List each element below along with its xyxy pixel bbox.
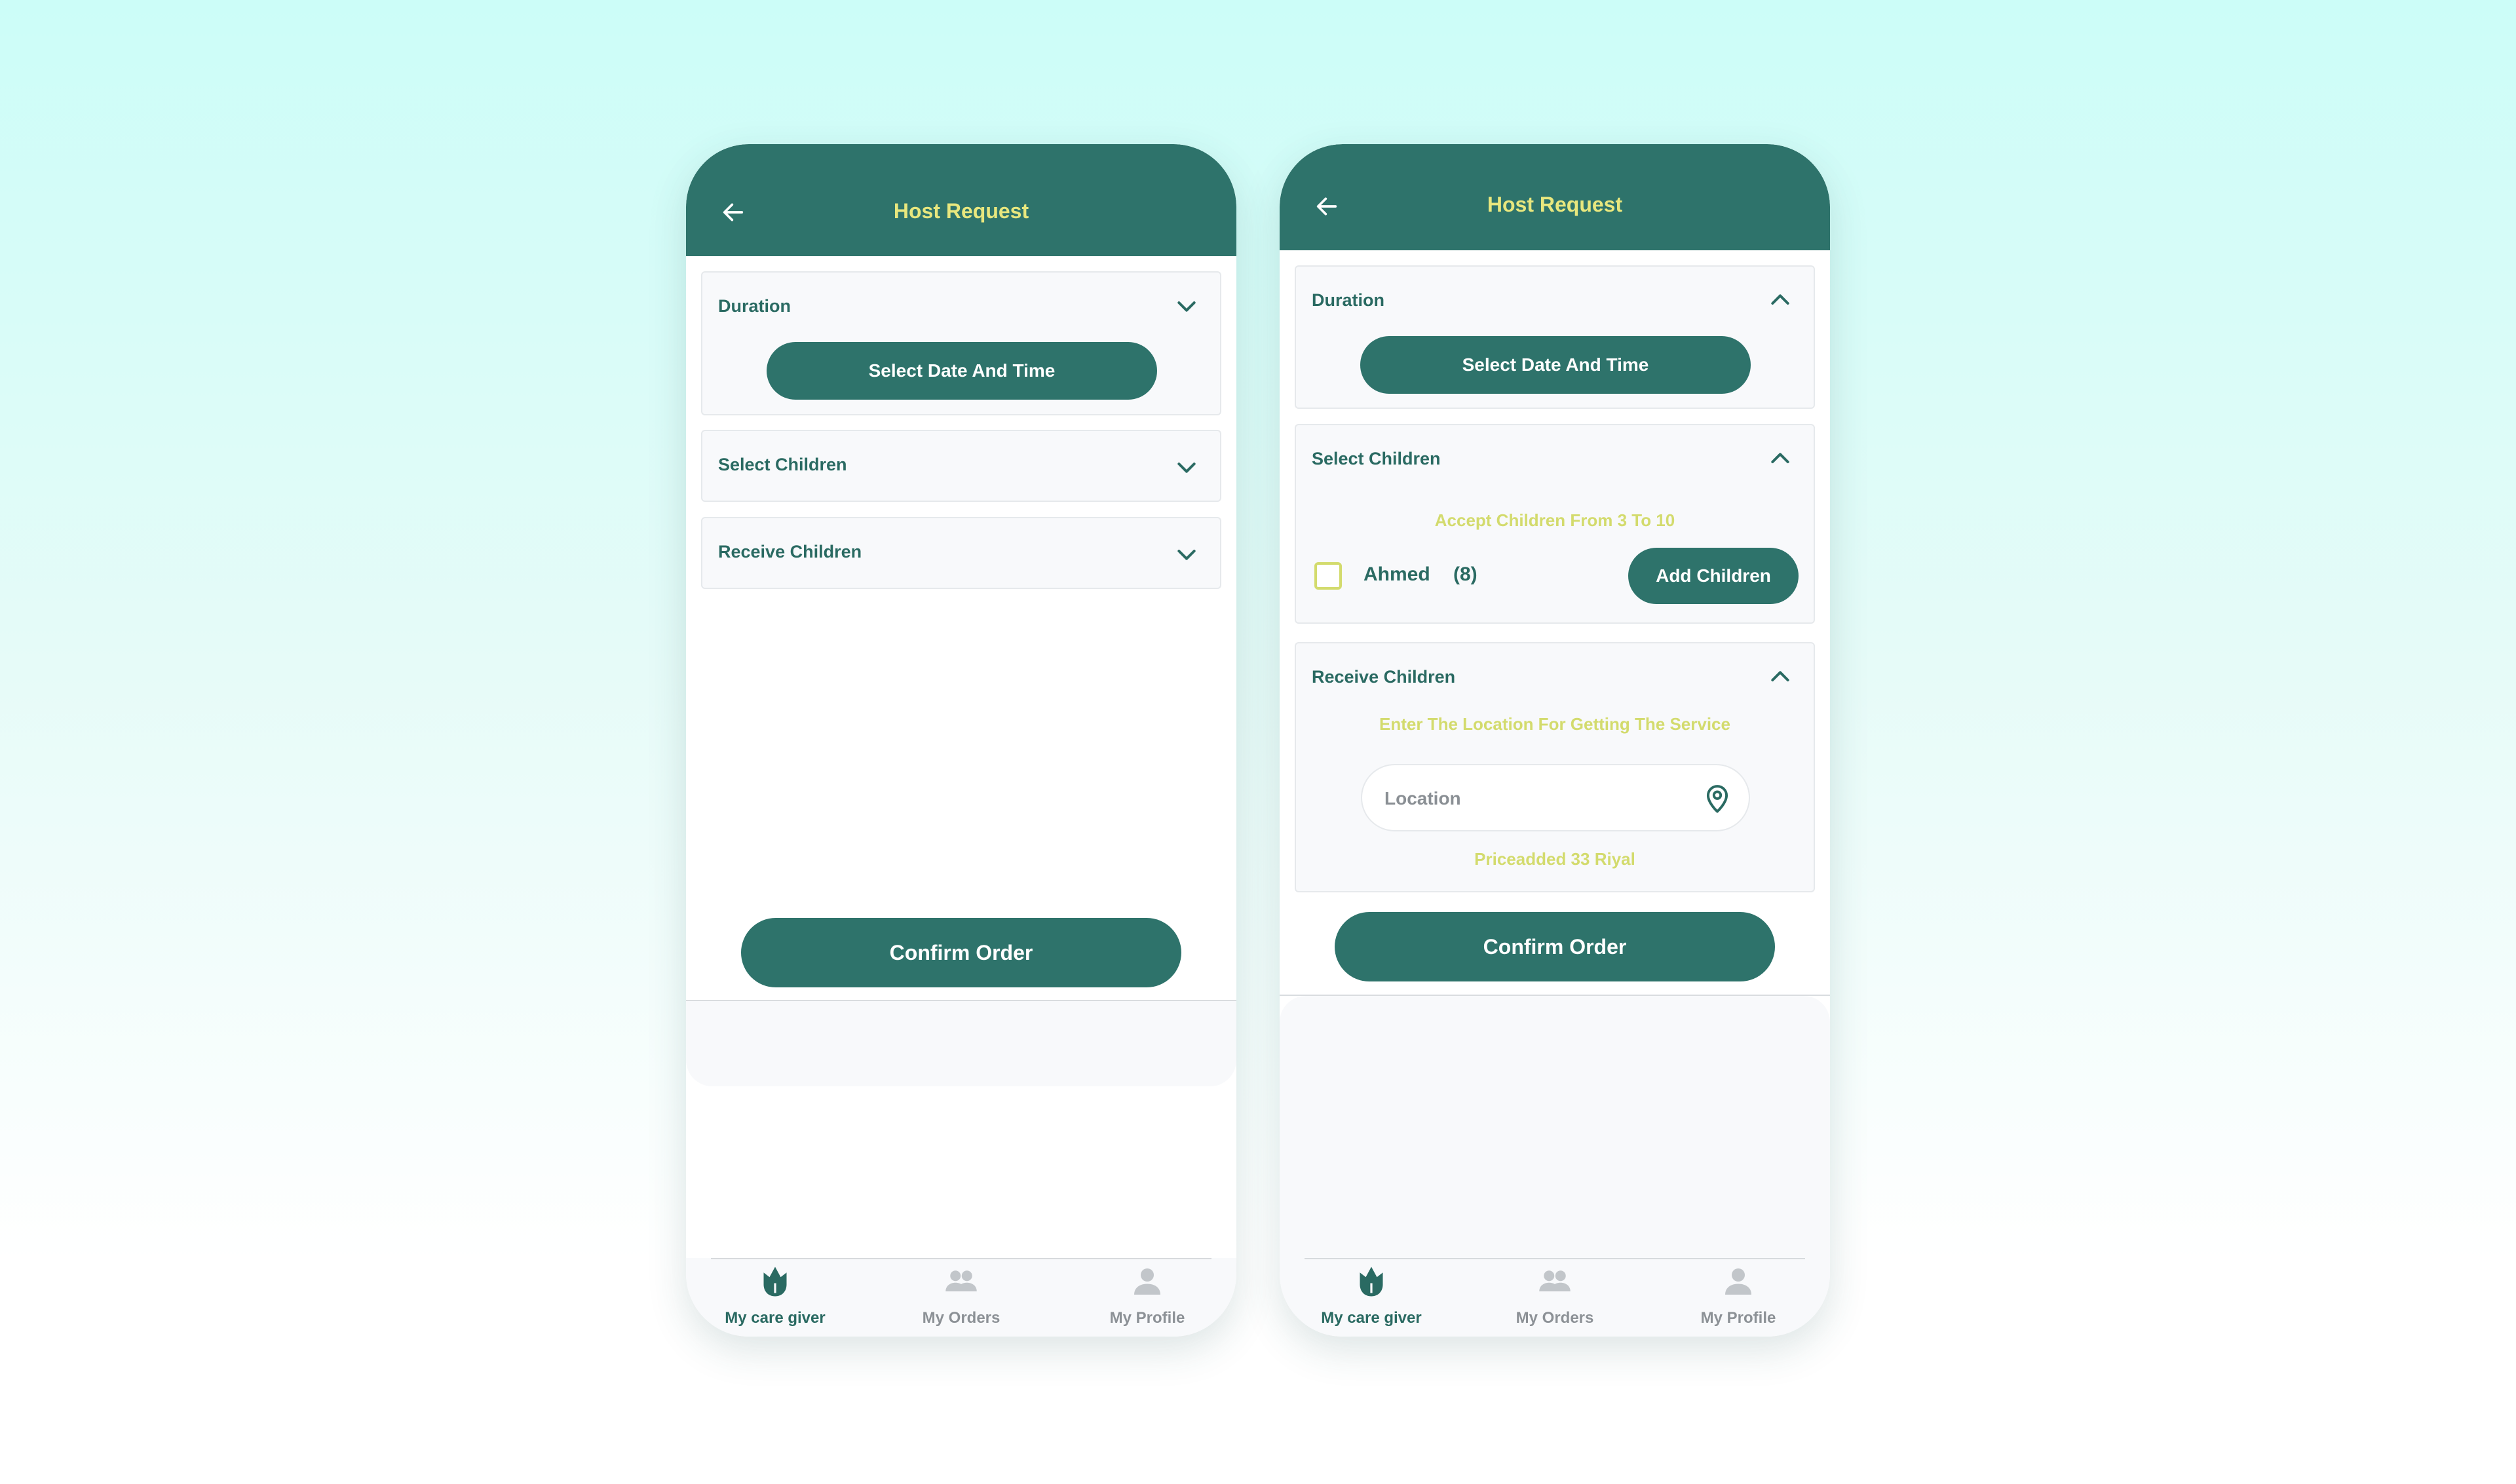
chevron-up-icon — [1771, 453, 1789, 463]
phone-screen-expanded: Host Request Duration Select Date And Ti… — [1280, 144, 1830, 1337]
price-added-text: Priceadded 33 Riyal — [1474, 849, 1635, 869]
child-age: (8) — [1453, 563, 1477, 585]
receive-children-toggle[interactable] — [1766, 663, 1794, 691]
chevron-up-icon — [1771, 294, 1789, 305]
duration-section: Duration Select Date And Time — [701, 271, 1221, 415]
receive-children-title: Receive Children — [1312, 667, 1456, 687]
page-title: Host Request — [893, 199, 1029, 223]
child-name: Ahmed — [1363, 563, 1430, 585]
child-checkbox[interactable] — [1314, 562, 1342, 590]
select-children-section[interactable]: Select Children — [701, 430, 1221, 502]
location-input[interactable] — [1383, 765, 1674, 831]
location-hint: Enter The Location For Getting The Servi… — [1379, 714, 1730, 734]
nav-label: My care giver — [1321, 1309, 1422, 1327]
tulip-icon — [1360, 1266, 1383, 1297]
duration-toggle[interactable] — [1173, 292, 1200, 320]
nav-divider — [711, 1258, 1211, 1259]
age-range-hint: Accept Children From 3 To 10 — [1434, 510, 1675, 530]
tulip-icon — [763, 1266, 787, 1297]
duration-toggle[interactable] — [1766, 286, 1794, 314]
chevron-down-icon — [1177, 550, 1196, 560]
receive-children-title: Receive Children — [718, 542, 862, 561]
bottom-nav: My care giver My Orders My Profile — [686, 1258, 1236, 1337]
duration-title: Duration — [718, 296, 791, 316]
duration-section: Duration Select Date And Time — [1295, 265, 1815, 409]
confirm-order-button[interactable]: Confirm Order — [741, 918, 1181, 987]
chevron-up-icon — [1771, 671, 1789, 681]
select-date-time-button[interactable]: Select Date And Time — [767, 342, 1157, 400]
receive-children-section: Receive Children Enter The Location For … — [1295, 642, 1815, 892]
footer-panel — [1280, 996, 1830, 1258]
select-children-toggle[interactable] — [1766, 445, 1794, 472]
nav-label: My Profile — [1109, 1309, 1185, 1327]
select-children-toggle[interactable] — [1173, 453, 1200, 481]
app-header: Host Request — [1280, 144, 1830, 250]
people-icon — [945, 1270, 977, 1291]
nav-label: My Orders — [922, 1309, 1001, 1327]
nav-my-care-giver[interactable]: My care giver — [1299, 1262, 1443, 1334]
people-icon — [1539, 1270, 1571, 1291]
receive-children-toggle[interactable] — [1173, 541, 1200, 568]
select-date-time-button[interactable]: Select Date And Time — [1360, 336, 1751, 394]
nav-label: My Orders — [1515, 1309, 1594, 1327]
nav-label: My care giver — [725, 1309, 826, 1327]
nav-divider — [1305, 1258, 1805, 1259]
duration-title: Duration — [1312, 290, 1384, 310]
map-pin-icon[interactable] — [1700, 781, 1734, 815]
phone-screen-collapsed: Host Request Duration Select Date And Ti… — [686, 144, 1236, 1337]
nav-label: My Profile — [1700, 1309, 1776, 1327]
nav-my-care-giver[interactable]: My care giver — [703, 1262, 847, 1334]
confirm-order-button[interactable]: Confirm Order — [1335, 912, 1775, 981]
chevron-down-icon — [1177, 301, 1196, 312]
select-children-title: Select Children — [718, 455, 847, 474]
location-field[interactable] — [1361, 764, 1750, 831]
bottom-nav: My care giver My Orders My Profile — [1280, 1258, 1830, 1337]
app-header: Host Request — [686, 144, 1236, 256]
nav-my-orders[interactable]: My Orders — [1483, 1262, 1627, 1334]
add-children-button[interactable]: Add Children — [1628, 548, 1799, 604]
receive-children-section[interactable]: Receive Children — [701, 517, 1221, 589]
select-children-section: Select Children Accept Children From 3 T… — [1295, 424, 1815, 624]
page-title: Host Request — [1487, 193, 1623, 216]
nav-my-orders[interactable]: My Orders — [889, 1262, 1033, 1334]
person-icon — [1725, 1268, 1751, 1295]
footer-panel — [686, 1001, 1236, 1086]
select-children-title: Select Children — [1312, 449, 1441, 468]
nav-my-profile[interactable]: My Profile — [1075, 1262, 1219, 1334]
chevron-down-icon — [1177, 463, 1196, 473]
nav-my-profile[interactable]: My Profile — [1666, 1262, 1810, 1334]
person-icon — [1134, 1268, 1160, 1295]
